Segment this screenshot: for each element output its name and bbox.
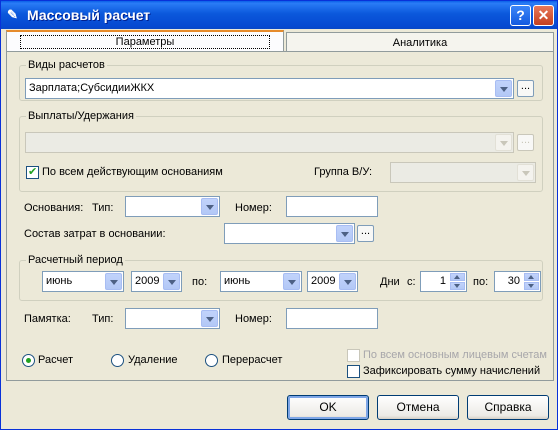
chevron-down-icon[interactable] [201, 310, 218, 327]
days-to-spinner[interactable]: 30 [494, 271, 541, 292]
days-to-label: по: [473, 276, 489, 288]
title-bar: ✎ Массовый расчет ? ✕ [1, 1, 557, 29]
memo-number-input[interactable] [286, 308, 378, 329]
days-from-label: с: [407, 276, 416, 288]
basis-number-label: Номер: [235, 202, 272, 214]
all-accounts-checkbox[interactable] [347, 349, 360, 362]
group-vu-label: Группа В/У: [314, 166, 373, 178]
help-button[interactable]: Справка [467, 395, 549, 420]
all-bases-label: По всем действующим основаниям [42, 166, 223, 178]
chevron-down-icon[interactable] [201, 198, 218, 215]
period-to-label: по: [192, 276, 208, 288]
app-icon: ✎ [7, 7, 18, 22]
dialog-window: ✎ Массовый расчет ? ✕ Параметры Аналитик… [0, 0, 558, 430]
radio-calc[interactable] [22, 354, 35, 367]
memo-number-label: Номер: [235, 313, 272, 325]
all-accounts-label: По всем основным лицевым счетам [363, 349, 547, 361]
chevron-down-icon[interactable] [336, 225, 353, 242]
days-from-value: 1 [439, 275, 446, 287]
from-year-combo[interactable]: 2009 [131, 271, 182, 292]
help-title-button[interactable]: ? [510, 5, 531, 26]
basis-number-input[interactable] [286, 196, 378, 217]
chevron-down-icon[interactable] [495, 80, 512, 97]
group-vu-combo[interactable] [390, 162, 536, 183]
basis-label: Основания: [24, 202, 84, 214]
from-month-value: июнь [46, 275, 73, 287]
payments-combo[interactable] [25, 132, 514, 153]
payments-dots-button[interactable]: ... [517, 134, 534, 151]
tab-bar: Параметры Аналитика [6, 30, 554, 52]
days-from-spin-buttons [450, 273, 465, 290]
spin-up-icon[interactable] [524, 273, 539, 281]
radio-recalc-label: Перерасчет [222, 354, 283, 366]
days-to-value: 30 [507, 275, 520, 287]
costs-combo[interactable] [224, 223, 355, 244]
chevron-down-icon[interactable] [495, 134, 512, 151]
chevron-down-icon[interactable] [283, 273, 300, 290]
tab-parameters-label: Параметры [19, 35, 271, 49]
spin-up-icon[interactable] [450, 273, 465, 281]
to-year-value: 2009 [311, 275, 336, 287]
from-month-combo[interactable]: июнь [42, 271, 124, 292]
chevron-down-icon[interactable] [105, 273, 122, 290]
to-year-combo[interactable]: 2009 [307, 271, 358, 292]
calc-types-dots-button[interactable]: ... [517, 80, 534, 97]
basis-type-combo[interactable] [125, 196, 220, 217]
spin-down-icon[interactable] [524, 282, 539, 290]
cancel-button[interactable]: Отмена [377, 395, 459, 420]
window-title: Массовый расчет [27, 7, 151, 23]
spin-down-icon[interactable] [450, 282, 465, 290]
days-from-spinner[interactable]: 1 [420, 271, 467, 292]
memo-label: Памятка: [24, 313, 71, 325]
radio-delete[interactable] [111, 354, 124, 367]
basis-type-label: Тип: [92, 202, 114, 214]
period-group: Расчетный период июнь 2009 по: июнь 2009… [19, 254, 543, 301]
days-to-spin-buttons [524, 273, 539, 290]
tab-analytics[interactable]: Аналитика [286, 32, 554, 52]
calc-types-value: Зарплата;СубсидииЖКХ [29, 82, 155, 94]
close-button[interactable]: ✕ [533, 5, 554, 26]
to-month-combo[interactable]: июнь [220, 271, 302, 292]
from-year-value: 2009 [135, 275, 160, 287]
payments-group: Выплаты/Удержания ... По всем действующи… [19, 110, 543, 192]
costs-dots-button[interactable]: ... [357, 225, 374, 242]
chevron-down-icon[interactable] [517, 164, 534, 181]
calc-types-combo[interactable]: Зарплата;СубсидииЖКХ [25, 78, 514, 99]
calc-types-group: Виды расчетов Зарплата;СубсидииЖКХ ... [19, 59, 543, 101]
to-month-value: июнь [224, 275, 251, 287]
parameters-panel: Виды расчетов Зарплата;СубсидииЖКХ ... В… [6, 51, 554, 381]
memo-type-combo[interactable] [125, 308, 220, 329]
fix-sum-label: Зафиксировать сумму начислений [363, 365, 541, 377]
radio-calc-label: Расчет [38, 354, 73, 366]
all-bases-checkbox[interactable] [26, 165, 39, 179]
tab-parameters[interactable]: Параметры [6, 30, 284, 52]
radio-delete-label: Удаление [128, 354, 178, 366]
radio-recalc[interactable] [205, 354, 218, 367]
payments-legend: Выплаты/Удержания [26, 110, 136, 122]
fix-sum-checkbox[interactable] [347, 365, 360, 378]
chevron-down-icon[interactable] [163, 273, 180, 290]
ok-button[interactable]: OK [287, 395, 369, 420]
days-label: Дни [380, 276, 400, 288]
period-legend: Расчетный период [26, 254, 125, 266]
calc-types-legend: Виды расчетов [26, 59, 107, 71]
costs-label: Состав затрат в основании: [24, 228, 166, 240]
memo-type-label: Тип: [92, 313, 114, 325]
chevron-down-icon[interactable] [339, 273, 356, 290]
